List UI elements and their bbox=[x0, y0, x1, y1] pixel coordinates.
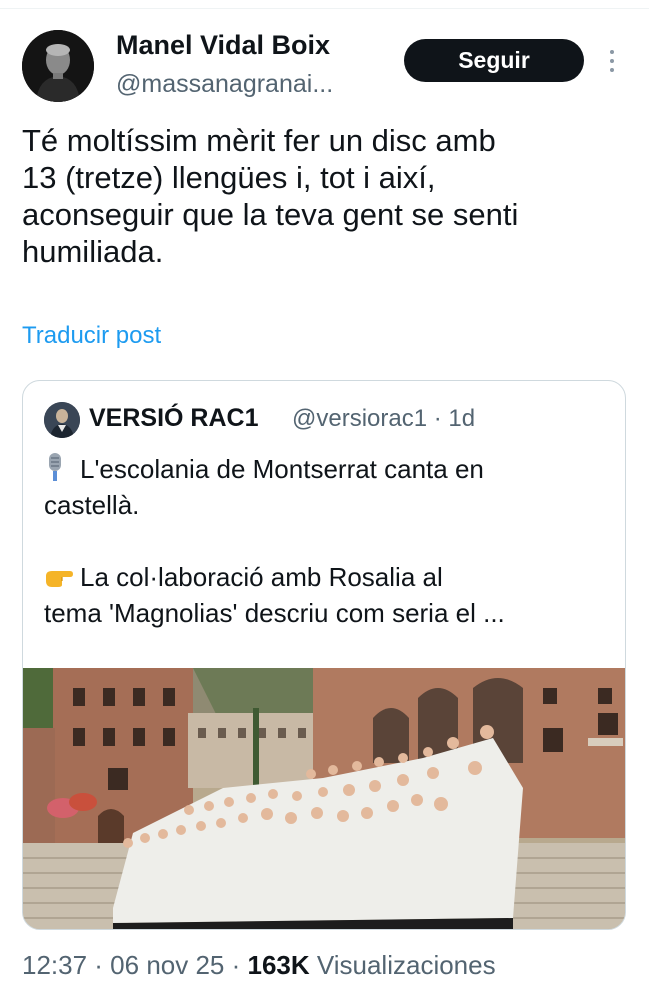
views-count: 163K bbox=[247, 950, 310, 980]
more-dot bbox=[610, 59, 614, 63]
quoted-text-line-2: castellà. bbox=[44, 490, 140, 520]
quoted-author-photo bbox=[44, 402, 80, 438]
tweet-text-line: 13 (tretze) llengües i, tot i així, bbox=[22, 160, 436, 195]
microphone-icon bbox=[44, 452, 74, 491]
pointing-hand-glyph bbox=[46, 571, 73, 588]
author-avatar[interactable] bbox=[22, 30, 94, 102]
more-dot bbox=[610, 50, 614, 54]
tweet-text-line: humiliada. bbox=[22, 234, 164, 269]
tweet-text-line: aconseguir que la teva gent se senti bbox=[22, 197, 519, 232]
author-photo bbox=[22, 30, 94, 102]
quoted-author-handle: @versiorac1 · 1d bbox=[292, 405, 476, 432]
quoted-post-card[interactable]: VERSIÓ RAC1 @versiorac1 · 1d L'escolania… bbox=[22, 380, 626, 930]
post-timestamp[interactable]: 12:37 · 06 nov 25 · bbox=[22, 950, 247, 980]
post-meta: 12:37 · 06 nov 25 · 163K Visualizaciones bbox=[22, 950, 496, 981]
views-label: Visualizaciones bbox=[309, 950, 496, 980]
quoted-text-line: L'escolania de Montserrat canta en bbox=[44, 451, 604, 487]
choir-photo[interactable] bbox=[23, 668, 626, 930]
pointing-hand-icon bbox=[44, 561, 74, 597]
top-divider bbox=[0, 8, 649, 9]
quoted-text-line-4: tema 'Magnolias' descriu com seria el ..… bbox=[44, 598, 505, 628]
quoted-text-line-1: L'escolania de Montserrat canta en bbox=[80, 454, 484, 484]
quoted-author-name: VERSIÓ RAC1 bbox=[89, 404, 259, 432]
quoted-author-avatar bbox=[44, 402, 80, 438]
tweet-text: Té moltíssim mèrit fer un disc amb 13 (t… bbox=[22, 122, 622, 270]
author-handle[interactable]: @massanagranai... bbox=[116, 70, 333, 99]
tweet-text-line: Té moltíssim mèrit fer un disc amb bbox=[22, 123, 496, 158]
quoted-post-text: L'escolania de Montserrat canta en caste… bbox=[44, 451, 604, 631]
more-options-icon[interactable] bbox=[602, 44, 622, 78]
quoted-text-line-3: La col·laboració amb Rosalia al bbox=[80, 562, 443, 592]
follow-button[interactable]: Seguir bbox=[404, 39, 584, 82]
translate-post-link[interactable]: Traducir post bbox=[22, 322, 161, 350]
author-name[interactable]: Manel Vidal Boix bbox=[116, 30, 330, 61]
more-dot bbox=[610, 68, 614, 72]
quoted-text-line: La col·laboració amb Rosalia al bbox=[44, 559, 604, 595]
quoted-text-spacer bbox=[44, 523, 604, 559]
microphone-glyph bbox=[49, 452, 61, 481]
